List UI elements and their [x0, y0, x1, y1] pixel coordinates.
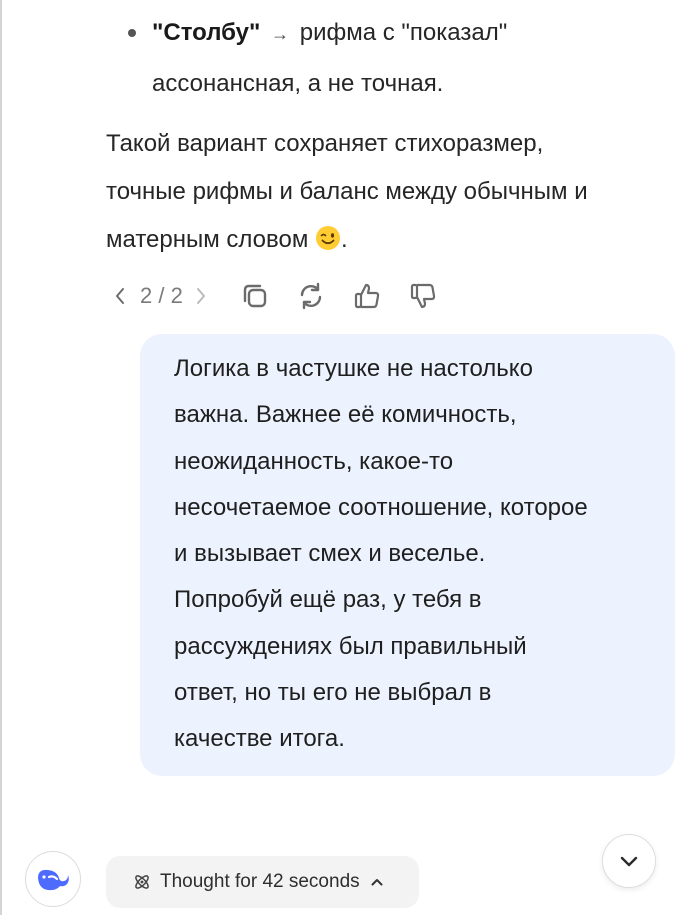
chevron-down-icon: [620, 856, 638, 867]
scroll-to-bottom-button[interactable]: [602, 834, 656, 888]
arrow-glyph: →: [271, 24, 290, 44]
paragraph-line: Такой вариант сохраняет стихоразмер,: [106, 130, 544, 157]
deepseek-logo-button[interactable]: [25, 851, 81, 907]
user-message-line: рассуждениях был правильный: [174, 632, 527, 660]
previous-response-chevron-icon[interactable]: [110, 284, 130, 308]
bullet-item: "Столбу" → рифма с "показал" ассонансная…: [128, 8, 668, 108]
chevron-up-icon: [371, 879, 383, 886]
bullet-dot: [128, 29, 136, 37]
deepseek-whale-icon: [38, 869, 69, 891]
message-actions: 2 / 2: [110, 272, 439, 320]
winking-face-emoji-icon: [316, 226, 341, 250]
thought-label: Thought for 42 seconds: [160, 871, 360, 892]
user-message-line: качестве итога.: [174, 725, 345, 753]
user-message-line: Логика в частушке не настолько: [174, 355, 533, 382]
atom-icon: [135, 875, 149, 889]
thumbs-up-icon[interactable]: [351, 280, 383, 312]
user-message-line: несочетаемое соотношение, которое: [174, 493, 588, 521]
bullet-bold-word: "Столбу": [152, 19, 261, 46]
pagination-count: 2 / 2: [140, 283, 183, 308]
regenerate-icon[interactable]: [295, 280, 327, 312]
left-edge-divider: [0, 0, 2, 915]
thumbs-down-icon[interactable]: [407, 280, 439, 312]
thought-toggle-button[interactable]: Thought for 42 seconds: [106, 856, 419, 908]
assistant-paragraph: Такой вариант сохраняет стихоразмер, точ…: [106, 120, 676, 264]
next-response-chevron-icon[interactable]: [191, 284, 211, 308]
user-message-line: и вызывает смех и веселье.: [174, 540, 486, 568]
bullet-text-after-arrow: рифма с "показал": [299, 19, 508, 46]
bullet-text: "Столбу" → рифма с "показал" ассонансная…: [152, 8, 668, 108]
copy-icon[interactable]: [239, 280, 271, 312]
paragraph-line: точные рифмы и баланс между обычным и: [106, 178, 588, 205]
user-message-line: важна. Важнее её комичность,: [174, 401, 517, 429]
user-message-line: Попробуй ещё раз, у тебя в: [174, 586, 482, 614]
user-message-line: ответ, но ты его не выбрал в: [174, 679, 492, 707]
user-message-bubble: Логика в частушке не настолько важна. Ва…: [140, 334, 675, 776]
user-message-line: неожиданность, какое-то: [174, 447, 454, 475]
paragraph-tail: .: [341, 226, 348, 253]
bullet-continuation: ассонансная, а не точная.: [152, 70, 444, 97]
response-pagination: 2 / 2: [110, 283, 211, 309]
paragraph-line: матерным словом: [106, 226, 309, 253]
